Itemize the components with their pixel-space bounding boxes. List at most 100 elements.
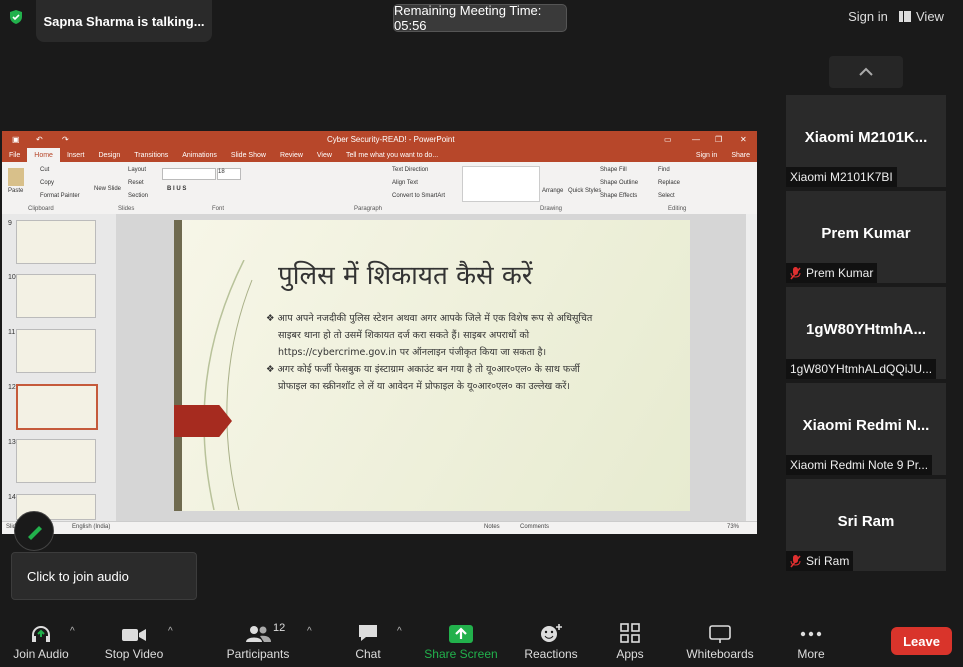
ppt-sign-in[interactable]: Sign in <box>689 152 724 159</box>
cut-button[interactable]: Cut <box>40 167 49 173</box>
convert-smartart-button[interactable]: Convert to SmartArt <box>392 193 445 199</box>
leave-button[interactable]: Leave <box>891 627 952 655</box>
slide-editor[interactable]: पुलिस में शिकायत कैसे करें ❖ आप अपने नजद… <box>116 214 746 521</box>
thumb-number: 11 <box>8 329 16 336</box>
participant-tile[interactable]: Xiaomi M2101K... Xiaomi M2101K7BI <box>786 95 946 187</box>
format-painter-button[interactable]: Format Painter <box>40 193 80 199</box>
ribbon-options-icon[interactable]: ▭ <box>664 135 672 144</box>
save-icon[interactable]: ▣ <box>12 135 20 144</box>
participants-button[interactable]: Participants <box>222 612 294 667</box>
notes-button[interactable]: Notes <box>484 524 500 530</box>
participant-label: Xiaomi M2101K7BI <box>786 167 897 187</box>
section-button[interactable]: Section <box>128 193 148 199</box>
layout-button[interactable]: Layout <box>128 167 146 173</box>
slide-thumbnail[interactable] <box>16 274 96 318</box>
video-options-caret[interactable]: ^ <box>168 626 173 637</box>
shape-effects-button[interactable]: Shape Effects <box>600 193 637 199</box>
security-shield-icon[interactable] <box>8 9 24 25</box>
audio-options-caret[interactable]: ^ <box>70 626 75 637</box>
shared-screen[interactable]: ▣ ↶ ↷ Cyber Security-READ! - PowerPoint … <box>2 131 757 534</box>
slide-thumbnail[interactable] <box>16 220 96 264</box>
slide-body[interactable]: ❖ आप अपने नजदीकी पुलिस स्टेशन अथवा अगर आ… <box>266 310 606 395</box>
muted-mic-icon <box>790 266 801 279</box>
video-camera-icon <box>122 629 146 641</box>
comments-button[interactable]: Comments <box>520 524 549 530</box>
more-dots-icon <box>800 631 822 637</box>
participant-label-text: Xiaomi M2101K7BI <box>790 170 893 184</box>
more-button[interactable]: More <box>792 612 830 667</box>
select-button[interactable]: Select <box>658 193 675 199</box>
current-slide[interactable]: पुलिस में शिकायत कैसे करें ❖ आप अपने नजद… <box>174 220 690 511</box>
shape-fill-button[interactable]: Shape Fill <box>600 167 627 173</box>
minimize-icon[interactable]: — <box>692 135 700 144</box>
font-name-field[interactable] <box>162 168 216 180</box>
new-slide-button[interactable]: New Slide <box>94 186 121 192</box>
tab-animations[interactable]: Animations <box>175 152 224 159</box>
replace-button[interactable]: Replace <box>658 180 680 186</box>
thumb-number: 14 <box>8 494 16 501</box>
scroll-up-button[interactable] <box>829 56 903 88</box>
font-size-field[interactable]: 18 <box>217 168 241 180</box>
restore-icon[interactable]: ❐ <box>715 135 722 144</box>
paste-icon[interactable] <box>8 168 24 186</box>
text-direction-button[interactable]: Text Direction <box>392 167 428 173</box>
stop-video-button[interactable]: Stop Video <box>100 612 168 667</box>
join-audio-button[interactable]: Join Audio <box>8 612 74 667</box>
group-clipboard: Clipboard <box>28 206 54 212</box>
find-button[interactable]: Find <box>658 167 670 173</box>
zoom-level[interactable]: 73% <box>727 524 739 530</box>
share-screen-button[interactable]: Share Screen <box>424 612 498 667</box>
whiteboards-label: Whiteboards <box>686 647 754 661</box>
align-text-button[interactable]: Align Text <box>392 180 418 186</box>
tab-review[interactable]: Review <box>273 152 310 159</box>
tab-design[interactable]: Design <box>91 152 127 159</box>
chat-options-caret[interactable]: ^ <box>397 626 402 637</box>
reset-button[interactable]: Reset <box>128 180 144 186</box>
participant-tile[interactable]: Xiaomi Redmi N... Xiaomi Redmi Note 9 Pr… <box>786 383 946 475</box>
participants-options-caret[interactable]: ^ <box>307 626 312 637</box>
tab-file[interactable]: File <box>2 152 27 159</box>
slide-thumbnail[interactable] <box>16 439 96 483</box>
shapes-gallery[interactable] <box>462 166 540 202</box>
bold-button[interactable]: B I U S <box>167 186 186 192</box>
chat-button[interactable]: Chat <box>344 612 392 667</box>
shape-outline-button[interactable]: Shape Outline <box>600 180 638 186</box>
slide-thumbnails-pane[interactable]: 9 10 11 12 13 14 <box>2 214 116 521</box>
sign-in-button[interactable]: Sign in <box>841 4 895 28</box>
slide-bullet-1-text: आप अपने नजदीकी पुलिस स्टेशन अथवा अगर आपक… <box>277 313 593 358</box>
view-button[interactable]: View <box>899 4 957 28</box>
participant-tile[interactable]: Prem Kumar Prem Kumar <box>786 191 946 283</box>
quick-styles-button[interactable]: Quick Styles <box>568 188 601 194</box>
participant-label-text: Prem Kumar <box>806 266 874 280</box>
paste-button[interactable]: Paste <box>8 188 23 194</box>
undo-icon[interactable]: ↶ <box>36 135 43 144</box>
participant-tile[interactable]: 1gW80YHtmhA... 1gW80YHtmhALdQQiJU... <box>786 287 946 379</box>
tab-view[interactable]: View <box>310 152 339 159</box>
participant-label: 1gW80YHtmhALdQQiJU... <box>786 359 937 379</box>
participant-tile[interactable]: Sri Ram Sri Ram <box>786 479 946 571</box>
tell-me-box[interactable]: Tell me what you want to do... <box>339 152 445 159</box>
close-icon[interactable]: ✕ <box>740 135 747 144</box>
ppt-ribbon: Paste Cut Copy Format Painter New Slide … <box>2 162 757 215</box>
tab-transitions[interactable]: Transitions <box>127 152 175 159</box>
copy-button[interactable]: Copy <box>40 180 54 186</box>
slide-scrollbar[interactable] <box>746 214 757 521</box>
view-label: View <box>916 8 944 24</box>
reactions-button[interactable]: Reactions <box>520 612 582 667</box>
slide-title[interactable]: पुलिस में शिकायत कैसे करें <box>278 256 532 292</box>
annotate-button[interactable] <box>14 511 54 551</box>
whiteboards-button[interactable]: Whiteboards <box>682 612 758 667</box>
redo-icon[interactable]: ↷ <box>62 135 69 144</box>
arrange-button[interactable]: Arrange <box>542 188 563 194</box>
slide-thumbnail[interactable] <box>16 329 96 373</box>
participant-label: Xiaomi Redmi Note 9 Pr... <box>786 455 933 475</box>
ppt-share-button[interactable]: Share <box>724 152 757 159</box>
tab-insert[interactable]: Insert <box>60 152 92 159</box>
slide-thumbnail-selected[interactable] <box>16 384 98 430</box>
participant-label-text: 1gW80YHtmhALdQQiJU... <box>790 362 933 376</box>
apps-button[interactable]: Apps <box>608 612 652 667</box>
stop-video-label: Stop Video <box>104 647 164 661</box>
tab-slide-show[interactable]: Slide Show <box>224 152 273 159</box>
thumb-number: 13 <box>8 439 16 446</box>
tab-home[interactable]: Home <box>27 148 60 162</box>
